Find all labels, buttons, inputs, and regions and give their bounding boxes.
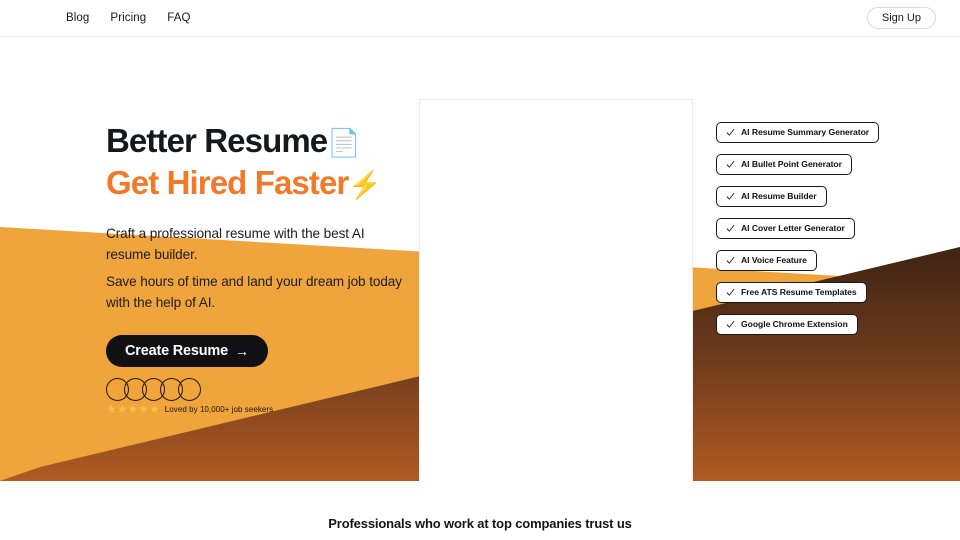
feature-pill-ai-voice-feature[interactable]: AI Voice Feature (716, 250, 817, 271)
avatar-group (106, 377, 346, 401)
feature-pill-label: AI Resume Summary Generator (741, 127, 870, 138)
cta-label: Create Resume (125, 343, 228, 359)
document-emoji-icon: 📄 (327, 128, 361, 158)
check-icon (726, 256, 735, 264)
hero-paragraph-1: Craft a professional resume with the bes… (106, 226, 365, 262)
headline-line-2: Get Hired Faster (106, 164, 349, 201)
trust-section: Professionals who work at top companies … (0, 481, 960, 540)
feature-pill-ai-resume-builder[interactable]: AI Resume Builder (716, 186, 827, 207)
check-icon (726, 320, 735, 328)
feature-pill-label: AI Bullet Point Generator (741, 159, 842, 170)
feature-pill-label: AI Cover Letter Generator (741, 223, 845, 234)
feature-pill-ai-bullet-point-generator[interactable]: AI Bullet Point Generator (716, 154, 852, 175)
check-icon (726, 160, 735, 168)
feature-pill-free-ats-resume-templates[interactable]: Free ATS Resume Templates (716, 282, 867, 303)
arrow-right-icon: → (234, 343, 249, 359)
trust-section-heading: Professionals who work at top companies … (328, 516, 632, 531)
feature-pill-label: Google Chrome Extension (741, 319, 848, 330)
landing-page: Blog Pricing FAQ Sign Up Better Resume� (0, 0, 960, 540)
nav-link-pricing[interactable]: Pricing (110, 12, 146, 24)
rating-row: ★★★★★ Loved by 10,000+ job seekers (106, 403, 346, 415)
avatar (178, 377, 201, 401)
feature-pill-label: AI Voice Feature (741, 255, 807, 266)
primary-navigation: Blog Pricing FAQ (66, 0, 191, 36)
feature-pill-list: AI Resume Summary Generator AI Bullet Po… (716, 122, 880, 335)
social-proof: ★★★★★ Loved by 10,000+ job seekers (106, 377, 346, 415)
nav-link-blog[interactable]: Blog (66, 12, 89, 24)
star-rating-icon: ★★★★★ (106, 402, 160, 416)
create-resume-button[interactable]: Create Resume → (106, 335, 268, 367)
hero-media-card (419, 99, 693, 481)
sign-up-button[interactable]: Sign Up (866, 7, 936, 29)
hero-section: Better Resume📄 Get Hired Faster⚡ Craft a… (0, 37, 960, 481)
hero-copy: Better Resume📄 Get Hired Faster⚡ Craft a… (106, 121, 406, 415)
hero-paragraph-2: Save hours of time and land your dream j… (106, 274, 402, 310)
check-icon (726, 128, 735, 136)
headline-line-1: Better Resume (106, 122, 328, 159)
nav-link-faq[interactable]: FAQ (167, 12, 190, 24)
feature-pill-ai-resume-summary-generator[interactable]: AI Resume Summary Generator (716, 122, 880, 143)
site-header: Blog Pricing FAQ Sign Up (0, 0, 960, 37)
lightning-bolt-emoji-icon: ⚡ (348, 170, 382, 200)
social-proof-text: Loved by 10,000+ job seekers (164, 404, 274, 414)
check-icon (726, 192, 735, 200)
feature-pill-ai-cover-letter-generator[interactable]: AI Cover Letter Generator (716, 218, 855, 239)
feature-pill-google-chrome-extension[interactable]: Google Chrome Extension (716, 314, 858, 335)
feature-pill-label: AI Resume Builder (741, 191, 817, 202)
check-icon (726, 224, 735, 232)
hero-headline: Better Resume📄 Get Hired Faster⚡ (106, 121, 406, 205)
check-icon (726, 288, 735, 296)
feature-pill-label: Free ATS Resume Templates (741, 287, 857, 298)
